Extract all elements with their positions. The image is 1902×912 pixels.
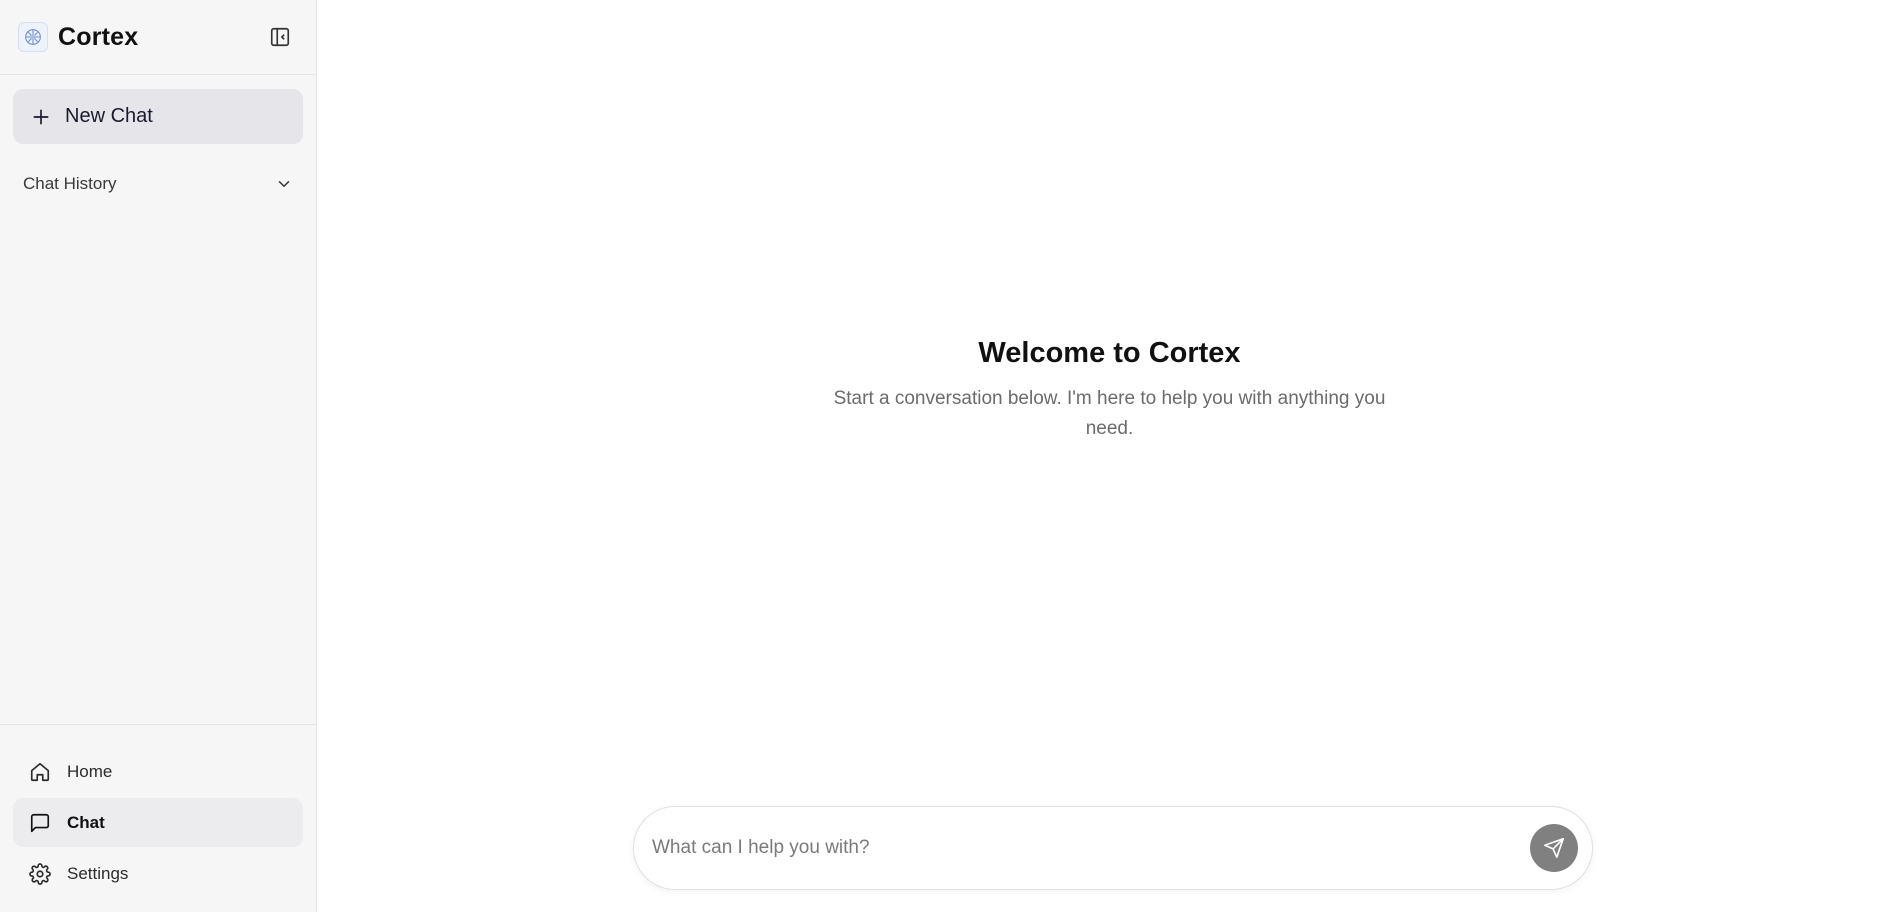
sidebar-body: New Chat Chat History (0, 75, 316, 724)
app-name: Cortex (58, 22, 139, 51)
sidebar-nav: Home Chat Settings (0, 724, 316, 912)
chat-history-toggle[interactable]: Chat History (13, 168, 303, 200)
welcome-title: Welcome to Cortex (978, 337, 1241, 369)
plus-icon (33, 109, 49, 124)
nav-item-chat[interactable]: Chat (13, 798, 303, 847)
send-button[interactable] (1530, 824, 1578, 872)
main-panel: Welcome to Cortex Start a conversation b… (317, 0, 1902, 912)
gear-icon (29, 862, 51, 885)
sidebar-header: Cortex (0, 0, 316, 75)
new-chat-label: New Chat (65, 105, 153, 127)
nav-item-label: Chat (67, 812, 105, 832)
chat-history-label: Chat History (23, 174, 117, 193)
sidebar: Cortex New Chat Chat History Home Chat S… (0, 0, 317, 912)
nav-item-settings[interactable]: Settings (13, 849, 303, 898)
panel-left-icon (270, 27, 290, 47)
app-root: Cortex New Chat Chat History Home Chat S… (0, 0, 1902, 912)
chat-icon (30, 813, 50, 832)
brain-logo-icon (18, 22, 48, 52)
brand[interactable]: Cortex (18, 22, 138, 52)
nav-item-home[interactable]: Home (13, 747, 303, 796)
new-chat-button[interactable]: New Chat (13, 89, 303, 144)
chevron-down-icon (278, 181, 290, 187)
sidebar-collapse-button[interactable] (266, 23, 294, 51)
welcome-section: Welcome to Cortex Start a conversation b… (317, 337, 1902, 444)
nav-item-label: Settings (67, 863, 129, 883)
home-icon (30, 762, 50, 781)
message-composer (633, 806, 1593, 890)
message-input[interactable] (650, 836, 1530, 860)
send-icon (1544, 838, 1564, 858)
nav-item-label: Home (67, 761, 113, 781)
welcome-subtitle: Start a conversation below. I'm here to … (833, 388, 1386, 439)
